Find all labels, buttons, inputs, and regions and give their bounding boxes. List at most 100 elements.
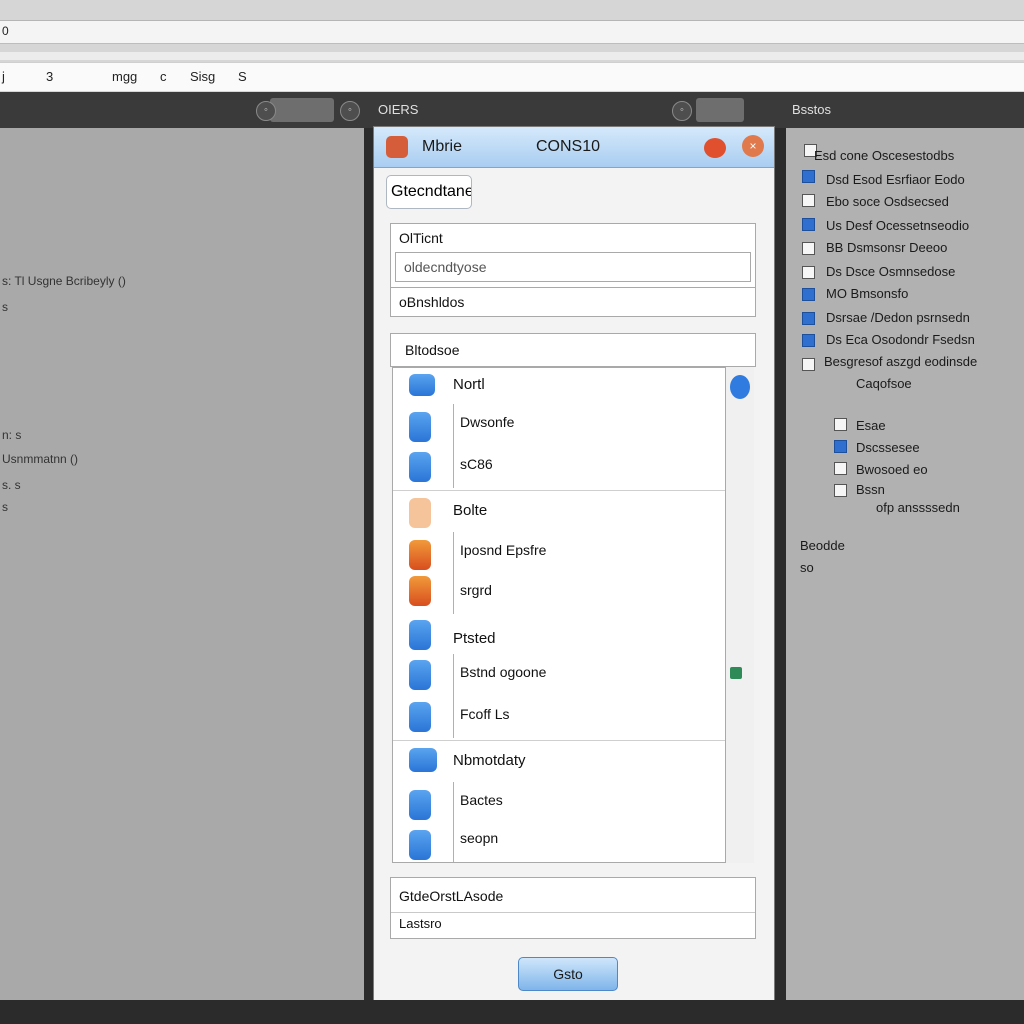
- left-search-icon[interactable]: ◦: [256, 101, 276, 121]
- row-checkbox[interactable]: [834, 462, 847, 475]
- right-search-icon[interactable]: ◦: [672, 101, 692, 121]
- center-panel-label: OIERS: [378, 102, 419, 117]
- app-icon: [386, 136, 408, 158]
- search-input-value: oBnshldos: [399, 294, 465, 310]
- left-panel-line: s: Tl Usgne Bcribeyly (): [2, 274, 126, 288]
- right-panel-row[interactable]: Caqofsoe: [856, 376, 912, 391]
- left-panel-line: s: [2, 500, 8, 514]
- left-panel-line: Usnmmatnn (): [2, 452, 79, 466]
- minimize-icon[interactable]: [704, 138, 726, 158]
- name-input-value: oldecndtyose: [404, 259, 487, 275]
- left-clear-icon[interactable]: ◦: [340, 101, 360, 121]
- toolbar-item[interactable]: c: [160, 69, 167, 84]
- document-icon: [409, 660, 431, 690]
- right-panel-row[interactable]: Ds Eca Osodondr Fsedsn: [826, 332, 975, 347]
- right-panel-row[interactable]: Bwosoed eo: [856, 462, 928, 477]
- right-panel-row[interactable]: Bssn: [856, 482, 885, 497]
- name-input[interactable]: oldecndtyose: [395, 252, 751, 282]
- right-search-field[interactable]: [696, 98, 744, 122]
- right-panel-row[interactable]: Dsd Esod Esrfiaor Eodo: [826, 172, 965, 187]
- row-checkbox[interactable]: [802, 194, 815, 207]
- bottom-bar: [0, 1000, 1024, 1024]
- footer-divider: [391, 912, 755, 913]
- right-panel-row[interactable]: MO Bmsonsfo: [826, 286, 908, 301]
- status-icon: [730, 667, 742, 679]
- name-label: OlTicnt: [399, 230, 443, 246]
- toolbar-item[interactable]: S: [238, 69, 247, 84]
- close-icon[interactable]: ×: [742, 135, 764, 157]
- toolbar-item[interactable]: mgg: [112, 69, 137, 84]
- row-checkbox[interactable]: [802, 266, 815, 279]
- right-panel-row[interactable]: ofp anssssedn: [876, 500, 960, 515]
- list-item[interactable]: sC86: [453, 446, 523, 488]
- right-panel: Esd cone Oscesestodbs Dsd Esod Esrfiaor …: [784, 128, 1024, 1000]
- list-item-label: Bactes: [460, 792, 503, 808]
- address-bar[interactable]: [0, 20, 1024, 44]
- document-icon: [409, 620, 431, 650]
- options-list: Nortl Dwsonfe sC86 Bolte Iposnd Epsfre s…: [392, 367, 726, 863]
- group-header: Nbmotdaty: [453, 752, 526, 769]
- list-item[interactable]: srgrd: [453, 572, 523, 614]
- list-item-label: Dwsonfe: [460, 414, 515, 430]
- row-checkbox[interactable]: [802, 312, 815, 325]
- list-scrollbar[interactable]: [726, 367, 754, 863]
- address-bar-value: 0: [2, 24, 9, 38]
- list-item-label: Iposnd Epsfre: [460, 542, 547, 558]
- right-panel-row[interactable]: Ds Dsce Osmnsedose: [826, 264, 955, 279]
- list-item-label: Bstnd ogoone: [460, 664, 547, 680]
- toolbar: j 3 mgg c Sisg S: [0, 62, 1024, 91]
- right-panel-note: Beodde: [800, 538, 845, 553]
- row-checkbox[interactable]: [834, 418, 847, 431]
- left-panel-line: n: s: [2, 428, 22, 442]
- list-item[interactable]: Fcoff Ls: [453, 696, 553, 738]
- row-checkbox[interactable]: [802, 288, 815, 301]
- row-checkbox[interactable]: [802, 334, 815, 347]
- row-checkbox[interactable]: [834, 484, 847, 497]
- list-item[interactable]: Bstnd ogoone: [453, 654, 573, 696]
- row-checkbox[interactable]: [802, 242, 815, 255]
- list-item[interactable]: Bactes: [453, 782, 523, 824]
- row-checkbox[interactable]: [802, 358, 815, 371]
- toolbar-item[interactable]: 3: [46, 69, 53, 84]
- panel-header-bar: OIERS Bsstos: [0, 92, 1024, 128]
- browser-top-bar: 0 j 3 mgg c Sisg S: [0, 0, 1024, 92]
- group-header: Ptsted: [453, 630, 496, 647]
- right-panel-label: Bsstos: [792, 102, 832, 117]
- toolbar-item[interactable]: j: [2, 69, 5, 84]
- document-icon: [409, 830, 431, 860]
- left-panel-line: s: [2, 300, 8, 314]
- dialog-title-left: Mbrie: [422, 138, 463, 155]
- right-panel-row[interactable]: Esd cone Oscesestodbs: [814, 148, 954, 163]
- right-panel-row[interactable]: Dsrsae /Dedon psrnsedn: [826, 310, 970, 325]
- row-checkbox[interactable]: [802, 218, 815, 231]
- right-panel-row[interactable]: Dscssesee: [856, 440, 920, 455]
- left-search-field[interactable]: [270, 98, 334, 122]
- folder-icon: [409, 374, 435, 396]
- search-input[interactable]: oBnshldos: [390, 287, 756, 317]
- document-icon: [409, 576, 431, 606]
- row-checkbox[interactable]: [834, 440, 847, 453]
- row-checkbox[interactable]: [802, 170, 815, 183]
- secondary-bar: [0, 52, 1024, 60]
- list-item[interactable]: seopn: [453, 820, 523, 862]
- group-header: Bolte: [453, 502, 488, 519]
- list-item[interactable]: Iposnd Epsfre: [453, 532, 603, 574]
- right-panel-row[interactable]: Ebo soce Osdsecsed: [826, 194, 949, 209]
- list-item[interactable]: Dwsonfe: [453, 404, 523, 446]
- tab-general[interactable]: Gtecndtane: [386, 175, 472, 209]
- tag-icon: [409, 498, 431, 528]
- scrollbar-thumb[interactable]: [730, 375, 750, 399]
- right-panel-row[interactable]: Besgresof aszgd eodinsde: [824, 354, 977, 369]
- right-panel-row[interactable]: Esae: [856, 418, 886, 433]
- ok-button[interactable]: Gsto: [518, 957, 618, 991]
- footer-line-1: GtdeOrstLAsode: [399, 888, 504, 904]
- footer-group: GtdeOrstLAsode Lastsro: [390, 877, 756, 939]
- toolbar-item[interactable]: Sisg: [190, 69, 215, 84]
- document-icon: [409, 790, 431, 820]
- right-panel-row[interactable]: Us Desf Ocessetnseodio: [826, 218, 969, 233]
- left-panel: s: Tl Usgne Bcribeyly () s n: s Usnmmatn…: [0, 128, 366, 1000]
- right-panel-row[interactable]: BB Dsmsonsr Deeoo: [826, 240, 947, 255]
- settings-dialog: Mbrie CONS10 × Gtecndtane OlTicnt oldecn…: [373, 126, 775, 1002]
- list-item-label: srgrd: [460, 582, 492, 598]
- dialog-title-bar[interactable]: Mbrie CONS10 ×: [374, 127, 774, 168]
